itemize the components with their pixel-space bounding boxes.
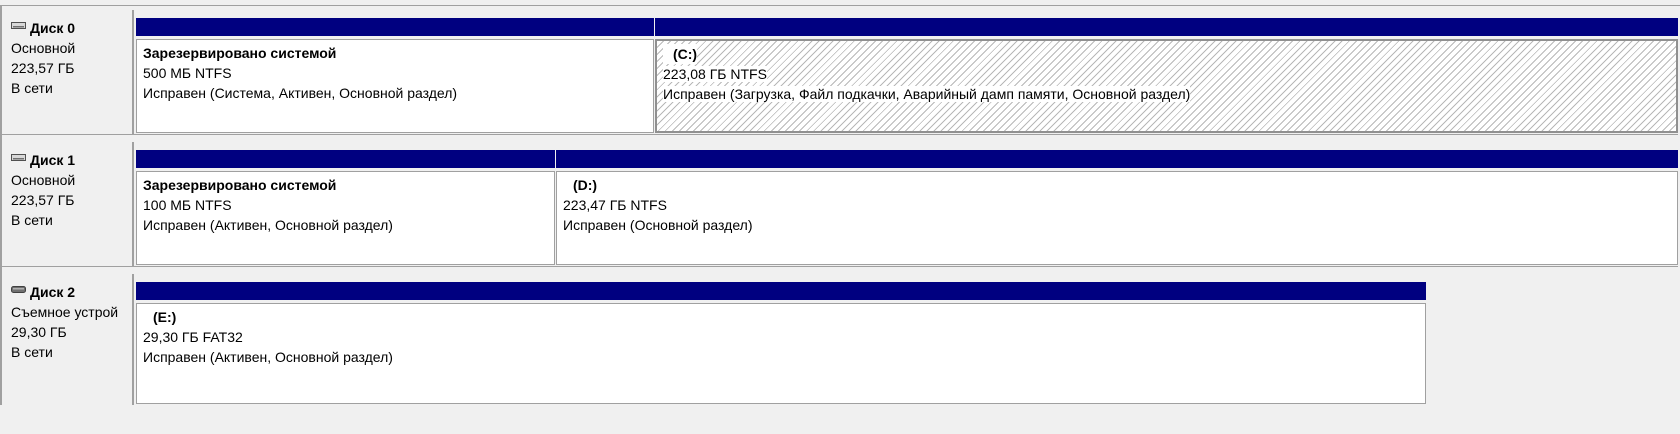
hard-disk-icon xyxy=(11,153,26,161)
disk-label-2[interactable]: Диск 2 Съемное устрой 29,30 ГБ В сети xyxy=(2,274,134,405)
primary-partition-bar xyxy=(136,150,555,168)
partition-body[interactable]: (E:) 29,30 ГБ FAT32 Исправен (Активен, О… xyxy=(136,303,1426,404)
partition-name: Зарезервировано системой xyxy=(143,177,337,193)
partition-health: Исправен (Основной раздел) xyxy=(563,217,753,233)
partition-health: Исправен (Загрузка, Файл подкачки, Авари… xyxy=(663,86,1191,102)
disk-type: Основной xyxy=(11,40,76,56)
partition-body[interactable]: Зарезервировано системой 500 МБ NTFS Исп… xyxy=(136,39,654,133)
disk-name: Диск 2 xyxy=(30,284,76,300)
disk-size: 223,57 ГБ xyxy=(11,192,75,208)
partition-body[interactable]: Зарезервировано системой 100 МБ NTFS Исп… xyxy=(136,171,555,265)
partition-name: Зарезервировано системой xyxy=(143,45,337,61)
primary-partition-bar xyxy=(655,18,1678,36)
disk-type: Съемное устрой xyxy=(11,304,119,320)
disk-label-0[interactable]: Диск 0 Основной 223,57 ГБ В сети xyxy=(2,10,134,134)
partition-size-fs: 223,47 ГБ NTFS xyxy=(563,197,667,213)
hard-disk-icon xyxy=(11,21,26,29)
disk-row-0: Диск 0 Основной 223,57 ГБ В сети Зарезер… xyxy=(2,10,1678,135)
disk-status: В сети xyxy=(11,344,53,360)
partition-name: (C:) xyxy=(663,44,698,64)
partition-name: (E:) xyxy=(153,309,177,325)
partition-health: Исправен (Система, Активен, Основной раз… xyxy=(143,85,458,101)
partition-body[interactable]: (D:) 223,47 ГБ NTFS Исправен (Основной р… xyxy=(556,171,1678,265)
disk-name: Диск 1 xyxy=(30,152,76,168)
partition-c-drive[interactable]: (C:) 223,08 ГБ NTFS Исправен (Загрузка, … xyxy=(655,18,1678,133)
partition-health: Исправен (Активен, Основной раздел) xyxy=(143,217,393,233)
partition-size-fs: 100 МБ NTFS xyxy=(143,197,232,213)
disk-status: В сети xyxy=(11,80,53,96)
primary-partition-bar xyxy=(136,282,1426,300)
disk-row-1: Диск 1 Основной 223,57 ГБ В сети Зарезер… xyxy=(2,142,1678,267)
disk-row-2: Диск 2 Съемное устрой 29,30 ГБ В сети (E… xyxy=(2,274,1678,406)
disk-size: 223,57 ГБ xyxy=(11,60,75,76)
partition-d-drive[interactable]: (D:) 223,47 ГБ NTFS Исправен (Основной р… xyxy=(556,150,1678,265)
partition-health: Исправен (Активен, Основной раздел) xyxy=(143,349,393,365)
disk-name: Диск 0 xyxy=(30,20,76,36)
primary-partition-bar xyxy=(556,150,1678,168)
disk-type: Основной xyxy=(11,172,76,188)
partition-size-fs: 29,30 ГБ FAT32 xyxy=(143,329,243,345)
disk-status: В сети xyxy=(11,212,53,228)
disk-size: 29,30 ГБ xyxy=(11,324,67,340)
partition-system-reserved-1[interactable]: Зарезервировано системой 100 МБ NTFS Исп… xyxy=(136,150,555,265)
partition-body-selected[interactable]: (C:) 223,08 ГБ NTFS Исправен (Загрузка, … xyxy=(655,39,1678,133)
disk-label-1[interactable]: Диск 1 Основной 223,57 ГБ В сети xyxy=(2,142,134,266)
partition-e-drive[interactable]: (E:) 29,30 ГБ FAT32 Исправен (Активен, О… xyxy=(136,282,1426,404)
partition-size-fs: 223,08 ГБ NTFS xyxy=(663,66,767,82)
disk-management-graphical-view: Диск 0 Основной 223,57 ГБ В сети Зарезер… xyxy=(0,0,1680,434)
partition-name: (D:) xyxy=(573,177,598,193)
removable-disk-icon xyxy=(11,285,26,293)
top-divider xyxy=(0,0,1680,6)
partition-system-reserved-0[interactable]: Зарезервировано системой 500 МБ NTFS Исп… xyxy=(136,18,654,133)
partition-size-fs: 500 МБ NTFS xyxy=(143,65,232,81)
primary-partition-bar xyxy=(136,18,654,36)
empty-area xyxy=(2,405,1678,434)
